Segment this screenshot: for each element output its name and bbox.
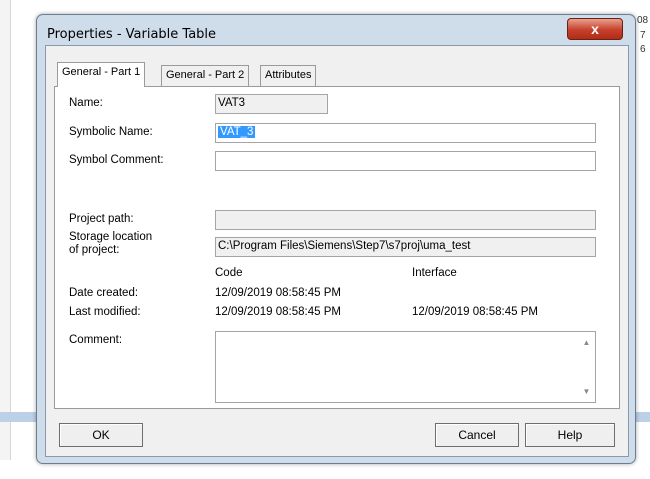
last-modified-code-value: 12/09/2019 08:58:45 PM [215, 306, 341, 318]
date-created-code-value: 12/09/2019 08:58:45 PM [215, 287, 341, 299]
date-created-label: Date created: [69, 287, 139, 299]
interface-column-header: Interface [412, 267, 457, 279]
ok-button-label: OK [92, 428, 110, 442]
storage-location-label-line2: of project: [69, 244, 120, 256]
project-path-label: Project path: [69, 213, 134, 225]
ok-button[interactable]: OK [59, 423, 143, 447]
tab-attributes[interactable]: Attributes [260, 65, 317, 86]
background-number: 6 [640, 44, 646, 55]
symbolic-name-value: VAT_3 [218, 126, 256, 138]
tab-general-part-2[interactable]: General - Part 2 [161, 65, 250, 86]
comment-scrollbar[interactable]: ▲ ▼ [578, 332, 595, 402]
project-path-field [215, 210, 596, 230]
tab-label: General - Part 1 [62, 66, 141, 78]
background-left-strip [0, 0, 11, 460]
background-number: 7 [640, 30, 646, 41]
storage-location-value: C:\Program Files\Siemens\Step7\s7proj\um… [218, 240, 471, 252]
name-value: VAT3 [218, 97, 246, 109]
scroll-down-arrow-icon[interactable]: ▼ [578, 387, 595, 396]
symbol-comment-label: Symbol Comment: [69, 154, 164, 166]
dialog-client-area: General - Part 1 General - Part 2 Attrib… [45, 45, 629, 457]
comment-label: Comment: [69, 334, 123, 346]
symbol-comment-input[interactable] [215, 151, 596, 171]
tab-general-part-1[interactable]: General - Part 1 [57, 62, 146, 87]
symbolic-name-label: Symbolic Name: [69, 126, 153, 138]
scroll-up-arrow-icon[interactable]: ▲ [578, 338, 595, 347]
last-modified-interface-value: 12/09/2019 08:58:45 PM [412, 306, 538, 318]
comment-textarea[interactable]: ▲ ▼ [215, 331, 596, 403]
symbolic-name-input[interactable]: VAT_3 [215, 123, 596, 143]
background-number: 08 [637, 15, 649, 26]
cancel-button[interactable]: Cancel [435, 423, 519, 447]
help-button-label: Help [557, 428, 583, 442]
help-button[interactable]: Help [525, 423, 615, 447]
close-button[interactable]: x [567, 18, 623, 40]
code-column-header: Code [215, 267, 243, 279]
properties-dialog: Properties - Variable Table x General - … [36, 14, 636, 464]
cancel-button-label: Cancel [458, 428, 496, 442]
tab-label: Attributes [265, 69, 312, 81]
dialog-title: Properties - Variable Table [47, 27, 217, 42]
tab-label: General - Part 2 [166, 69, 245, 81]
tab-panel-general-part-1: Name: VAT3 Symbolic Name: VAT_3 Symbol C… [54, 86, 620, 409]
last-modified-label: Last modified: [69, 306, 141, 318]
name-field: VAT3 [215, 94, 328, 114]
close-icon: x [591, 21, 599, 37]
storage-location-label-line1: Storage location [69, 231, 153, 243]
storage-location-field: C:\Program Files\Siemens\Step7\s7proj\um… [215, 237, 596, 257]
name-label: Name: [69, 97, 103, 109]
